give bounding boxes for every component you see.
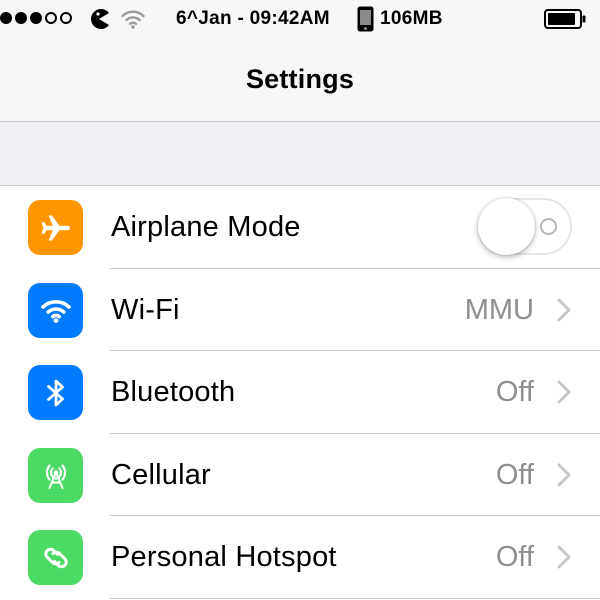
- section-spacer: [0, 122, 600, 186]
- signal-dot-icon: [15, 12, 27, 24]
- cellular-label: Cellular: [111, 458, 211, 491]
- status-memory: 106MB: [380, 8, 443, 29]
- wifi-label: Wi-Fi: [111, 293, 180, 326]
- signal-dot-icon: [60, 12, 72, 24]
- phone-icon: [357, 6, 374, 32]
- battery-icon: [544, 9, 586, 29]
- chevron-right-icon: [557, 380, 571, 404]
- chevron-right-icon: [557, 463, 571, 486]
- signal-dot-icon: [0, 12, 12, 24]
- wifi-icon: [28, 282, 83, 338]
- settings-row-bluetooth[interactable]: Bluetooth Off: [0, 351, 600, 434]
- settings-row-personal-hotspot[interactable]: Personal Hotspot Off: [0, 516, 600, 599]
- hotspot-link-icon: [28, 530, 83, 585]
- signal-dot-icon: [45, 12, 57, 24]
- cellular-status-value: Off: [495, 458, 534, 491]
- settings-row-cellular[interactable]: Cellular Off: [0, 434, 600, 516]
- toggle-off-indicator-icon: [540, 218, 557, 235]
- signal-dot-icon: [30, 12, 42, 24]
- personal-hotspot-status-value: Off: [495, 541, 534, 573]
- toggle-knob[interactable]: [478, 198, 535, 255]
- bluetooth-status-value: Off: [495, 376, 534, 408]
- airplane-mode-label: Airplane Mode: [111, 211, 301, 243]
- cellular-signal-indicator: [0, 12, 72, 24]
- navigation-bar: Settings: [0, 38, 600, 122]
- settings-list: Airplane Mode Wi-Fi MMU Bluetooth Off Ce…: [0, 186, 600, 600]
- page-title: Settings: [245, 64, 355, 94]
- status-datetime: 6^Jan - 09:42AM: [176, 8, 330, 29]
- bluetooth-icon: [28, 365, 83, 420]
- settings-row-wifi[interactable]: Wi-Fi MMU: [0, 269, 600, 351]
- airplane-icon: [28, 200, 83, 255]
- bluetooth-label: Bluetooth: [111, 376, 236, 408]
- row-separator: [110, 597, 600, 599]
- personal-hotspot-label: Personal Hotspot: [111, 541, 337, 573]
- status-bar: 6^Jan - 09:42AM 106MB: [0, 0, 600, 38]
- wifi-network-value: MMU: [464, 293, 534, 326]
- wifi-icon: [121, 10, 145, 29]
- chevron-right-icon: [557, 298, 571, 321]
- airplane-mode-toggle[interactable]: [478, 198, 572, 255]
- pacman-icon: [91, 9, 109, 30]
- cellular-antenna-icon: [28, 447, 83, 503]
- chevron-right-icon: [557, 545, 571, 569]
- settings-row-airplane-mode[interactable]: Airplane Mode: [0, 186, 600, 269]
